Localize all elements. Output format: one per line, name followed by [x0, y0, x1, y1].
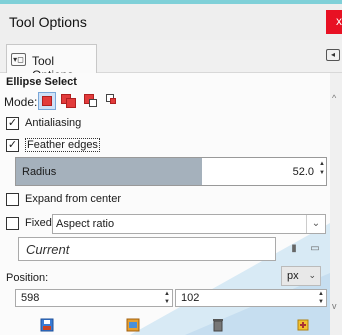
bottom-toolbar	[0, 312, 330, 335]
restore-preset-icon[interactable]	[126, 318, 140, 332]
current-value: Current	[26, 242, 70, 257]
lock-chain-icon[interactable]: ▮	[285, 240, 303, 258]
tool-options-panel: Ellipse Select Mode: ✓ Antialiasing ✓ Fe…	[0, 73, 330, 335]
reset-preset-icon[interactable]	[296, 318, 310, 332]
fixed-checkbox[interactable]	[6, 217, 19, 230]
radius-slider[interactable]: Radius 52.0 ▲ ▼	[15, 157, 327, 186]
current-field[interactable]: Current	[18, 237, 276, 261]
window-title: Tool Options	[9, 14, 87, 30]
scroll-up-icon[interactable]: ^	[332, 93, 336, 103]
position-x-spinner-icon[interactable]: ▲ ▼	[164, 290, 170, 306]
replace-mode-icon[interactable]	[38, 92, 56, 110]
tab-bar: ▾◻ Tool Options ◂	[0, 40, 342, 82]
position-y-spinner-icon[interactable]: ▲ ▼	[318, 290, 324, 306]
scroll-down-icon[interactable]: v	[332, 301, 337, 311]
add-mode-icon[interactable]	[60, 92, 78, 110]
antialiasing-label: Antialiasing	[25, 117, 82, 129]
save-preset-icon[interactable]	[40, 318, 54, 332]
tool-options-icon: ▾◻	[11, 53, 26, 66]
expand-checkbox[interactable]	[6, 193, 19, 206]
intersect-mode-icon[interactable]	[104, 92, 122, 110]
unit-combo[interactable]: px ⌄	[281, 266, 321, 286]
position-x-field[interactable]: 598 ▲ ▼	[15, 289, 173, 307]
position-y-value: 102	[181, 292, 200, 304]
position-label: Position:	[6, 272, 49, 284]
expand-label: Expand from center	[25, 193, 121, 205]
mode-label: Mode:	[4, 95, 38, 109]
fixed-label: Fixed:	[25, 217, 55, 229]
delete-preset-icon[interactable]	[211, 318, 225, 332]
fixed-combo-value: Aspect ratio	[56, 218, 115, 230]
feather-label: Feather edges	[25, 138, 100, 152]
radius-value: 52.0	[292, 166, 314, 178]
unit-value: px	[287, 270, 299, 282]
vertical-scrollbar[interactable]: ^ v	[330, 73, 342, 335]
chevron-down-icon: ⌄	[308, 270, 316, 280]
radius-label: Radius	[22, 166, 57, 178]
radius-spinner-icon[interactable]: ▲ ▼	[319, 160, 325, 178]
subtract-mode-icon[interactable]	[82, 92, 100, 110]
tab-menu-icon[interactable]: ◂	[326, 49, 340, 61]
tab-tool-options[interactable]: ▾◻ Tool Options	[6, 44, 97, 82]
title-bar: Tool Options x	[0, 0, 342, 40]
close-button[interactable]: x	[326, 10, 342, 34]
antialiasing-checkbox[interactable]: ✓	[6, 117, 19, 130]
position-x-value: 598	[21, 292, 40, 304]
fixed-combo[interactable]: Aspect ratio ⌄	[52, 214, 326, 234]
chevron-down-icon[interactable]: ⌄	[306, 215, 325, 233]
position-y-field[interactable]: 102 ▲ ▼	[175, 289, 327, 307]
tool-name: Ellipse Select	[6, 76, 77, 88]
feather-checkbox[interactable]: ✓	[6, 139, 19, 152]
landscape-icon[interactable]: ▭	[306, 240, 324, 258]
